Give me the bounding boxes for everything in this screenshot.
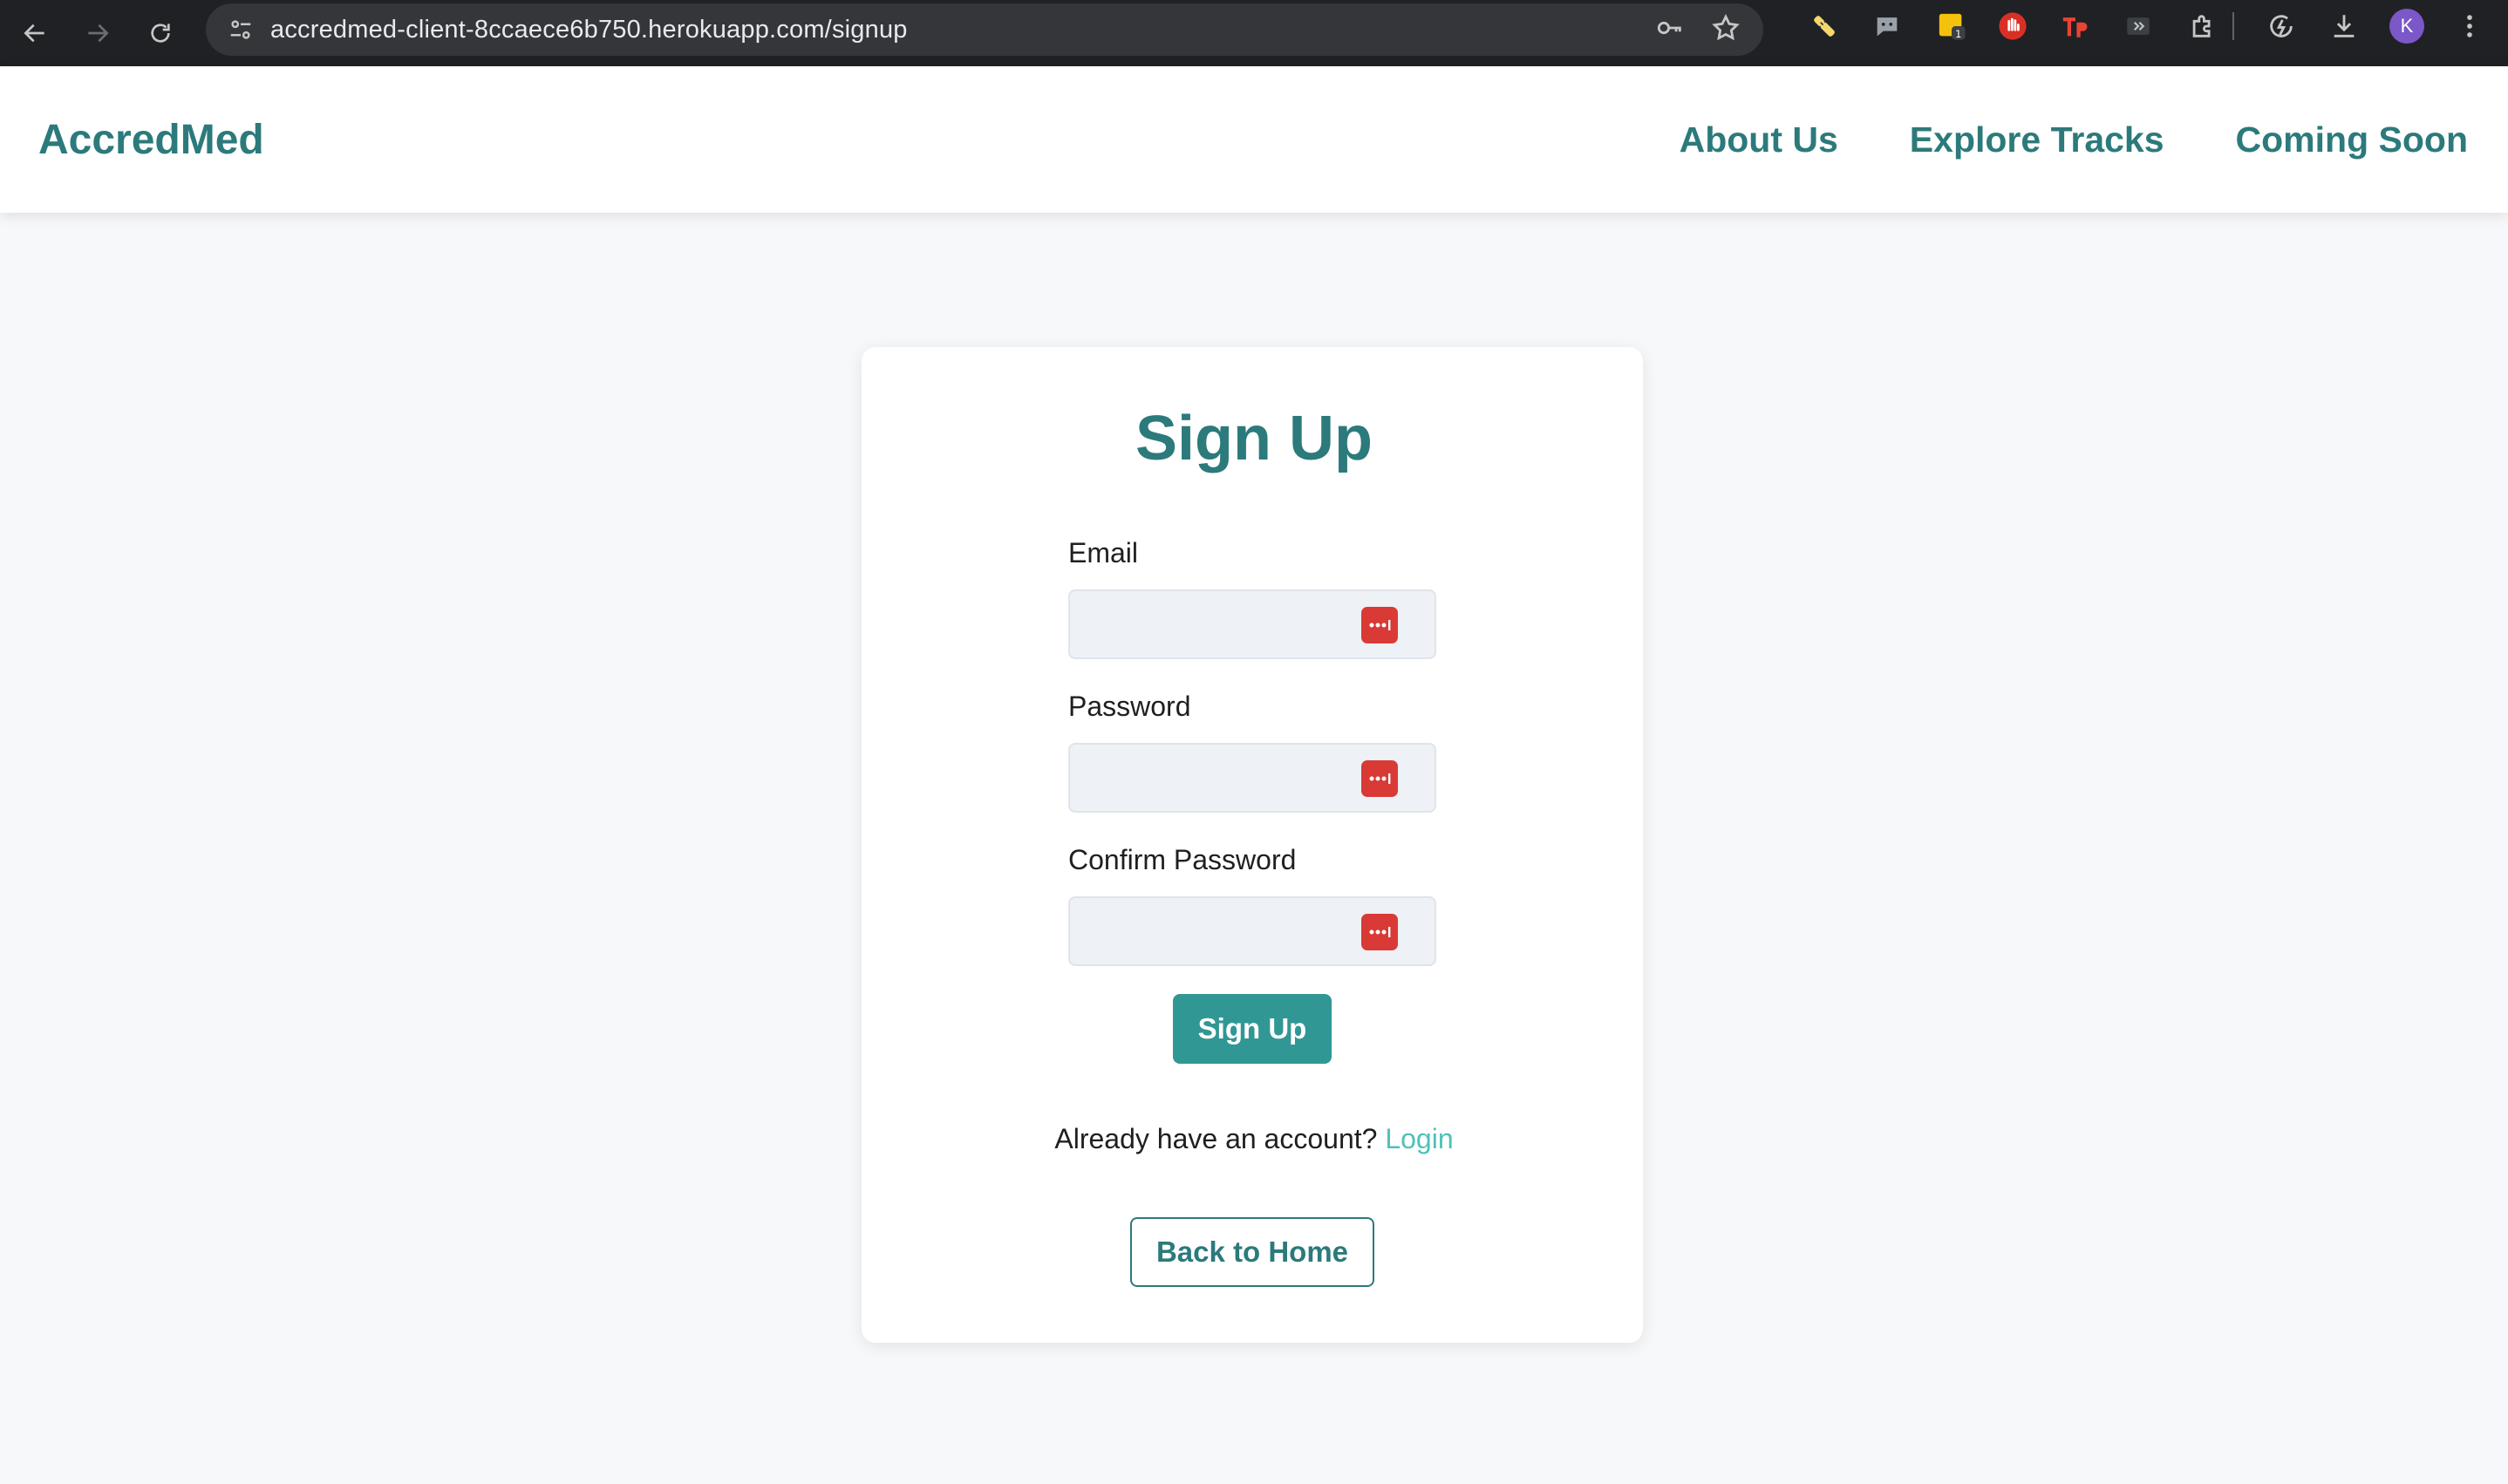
sticky-notes-extension-icon[interactable]: 1	[1936, 10, 1967, 42]
sign-up-button[interactable]: Sign Up	[1173, 994, 1332, 1064]
reload-icon	[151, 24, 170, 43]
url-text[interactable]: accredmed-client-8ccaece6b750.herokuapp.…	[270, 16, 908, 44]
site-info-icon[interactable]	[223, 12, 258, 47]
forward-button[interactable]	[66, 0, 129, 66]
back-button[interactable]	[3, 0, 66, 66]
arrow-right-icon	[88, 24, 109, 43]
password-manager-icon[interactable]	[1361, 760, 1398, 797]
extensions-puzzle-icon[interactable]	[2187, 10, 2218, 42]
password-key-icon[interactable]	[1655, 13, 1685, 47]
email-field[interactable]	[1068, 589, 1436, 659]
login-prompt: Already have an account? Login	[0, 1123, 2508, 1155]
password-manager-icon[interactable]	[1361, 914, 1398, 950]
chat-extension-icon[interactable]	[1871, 10, 1903, 42]
page-title: Sign Up	[1135, 404, 1373, 473]
toolbar-separator	[2232, 12, 2234, 40]
password-manager-icon[interactable]	[1361, 607, 1398, 643]
password-field[interactable]	[1068, 743, 1436, 813]
nav-about-us[interactable]: About Us	[1680, 119, 1838, 160]
profile-avatar[interactable]: K	[2389, 9, 2424, 44]
forward-extension-icon[interactable]	[2123, 10, 2154, 42]
ruler-extension-icon[interactable]	[1809, 10, 1840, 42]
main-nav: About Us Explore Tracks Coming Soon	[1680, 119, 2468, 160]
site-header: AccredMed About Us Explore Tracks Coming…	[0, 66, 2508, 213]
address-bar[interactable]: accredmed-client-8ccaece6b750.herokuapp.…	[206, 3, 1763, 56]
omnibox-actions	[1655, 3, 1741, 56]
performance-icon[interactable]	[2266, 10, 2297, 42]
login-link[interactable]: Login	[1385, 1123, 1453, 1154]
stop-hand-extension-icon[interactable]	[1997, 10, 2028, 42]
nav-explore-tracks[interactable]: Explore Tracks	[1910, 119, 2164, 160]
browser-toolbar: accredmed-client-8ccaece6b750.herokuapp.…	[0, 0, 2508, 66]
reload-button[interactable]	[129, 0, 192, 66]
back-to-home-button[interactable]: Back to Home	[1130, 1217, 1374, 1287]
browser-menu-icon[interactable]	[2454, 10, 2485, 42]
tp-extension-icon[interactable]	[2060, 10, 2091, 42]
email-label: Email	[1068, 537, 1139, 568]
arrow-left-icon	[24, 24, 44, 43]
bookmark-star-icon[interactable]	[1711, 13, 1741, 47]
brand-logo[interactable]: AccredMed	[38, 116, 264, 164]
confirm-password-label: Confirm Password	[1068, 844, 1297, 875]
svg-text:1: 1	[1955, 28, 1961, 40]
confirm-password-field[interactable]	[1068, 896, 1436, 966]
extensions-bar: 1 K	[1779, 0, 2508, 52]
download-icon[interactable]	[2328, 10, 2360, 42]
account-prompt-text: Already have an account?	[1054, 1123, 1378, 1154]
password-label: Password	[1068, 691, 1191, 722]
nav-coming-soon[interactable]: Coming Soon	[2236, 119, 2468, 160]
